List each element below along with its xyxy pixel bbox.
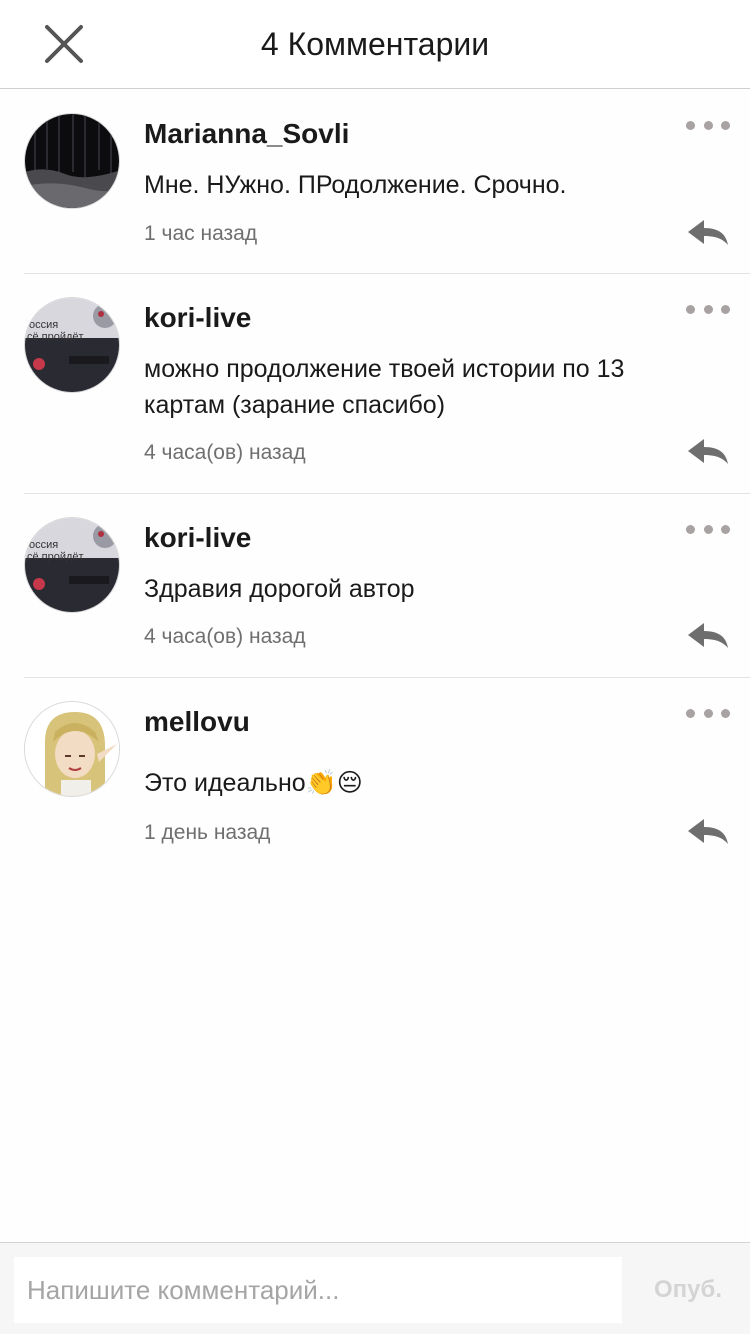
comment-timestamp: 1 день назад <box>144 821 271 844</box>
reply-arrow-icon[interactable] <box>686 436 730 466</box>
comment-username[interactable]: Marianna_Sovli <box>144 117 349 151</box>
comment-text: Здравия дорогой автор <box>144 575 415 603</box>
page-title: 4 Комментарии <box>260 26 490 62</box>
reply-arrow-icon[interactable] <box>686 620 730 650</box>
more-options-button[interactable] <box>686 519 730 539</box>
comment-input[interactable] <box>14 1257 622 1323</box>
avatar[interactable] <box>24 113 120 209</box>
reply-arrow-icon[interactable] <box>686 217 730 247</box>
more-dots-icon <box>686 708 695 718</box>
comment-text: можно продолжение твоей истории по 13 ка… <box>144 355 625 419</box>
more-dots-icon <box>686 120 695 130</box>
more-dots-icon <box>686 304 695 314</box>
comment-text: Это идеально👏😔 <box>144 769 363 797</box>
more-options-button[interactable] <box>686 703 730 723</box>
avatar-caption: сё пройдёт <box>27 331 84 343</box>
more-options-button[interactable] <box>686 299 730 319</box>
comment-item: оссия сё пройдёт kori-live можно продолж… <box>0 273 750 493</box>
avatar[interactable]: оссия сё пройдёт <box>24 297 120 393</box>
comment-timestamp: 4 часа(ов) назад <box>144 441 306 464</box>
comment-text: Мне. НУжно. ПРодолжение. Срочно. <box>144 171 567 199</box>
header-bar: 4 Комментарии <box>0 0 750 89</box>
comment-username[interactable]: kori-live <box>144 301 251 335</box>
comment-item: mellovu Это идеально👏😔 1 день назад <box>0 677 750 873</box>
comment-timestamp: 1 час назад <box>144 222 258 245</box>
avatar[interactable] <box>24 701 120 797</box>
avatar-caption: оссия <box>29 539 58 551</box>
comment-timestamp: 4 часа(ов) назад <box>144 625 306 648</box>
comments-screen: 4 Комментарии Marianna_Sovli Мне. НУжно.… <box>0 0 750 1334</box>
comment-username[interactable]: mellovu <box>144 705 250 739</box>
comment-list: Marianna_Sovli Мне. НУжно. ПРодолжение. … <box>0 89 750 873</box>
avatar[interactable]: оссия сё пройдёт <box>24 517 120 613</box>
more-options-button[interactable] <box>686 115 730 135</box>
avatar-caption: оссия <box>29 319 58 331</box>
reply-arrow-icon[interactable] <box>686 816 730 846</box>
publish-button[interactable]: Опуб. <box>636 1257 740 1323</box>
comment-item: оссия сё пройдёт kori-live Здравия дорог… <box>0 493 750 677</box>
more-dots-icon <box>686 524 695 534</box>
comment-item: Marianna_Sovli Мне. НУжно. ПРодолжение. … <box>0 89 750 273</box>
comment-username[interactable]: kori-live <box>144 521 251 555</box>
avatar-caption: сё пройдёт <box>27 551 84 563</box>
comment-composer: Опуб. <box>0 1242 750 1334</box>
